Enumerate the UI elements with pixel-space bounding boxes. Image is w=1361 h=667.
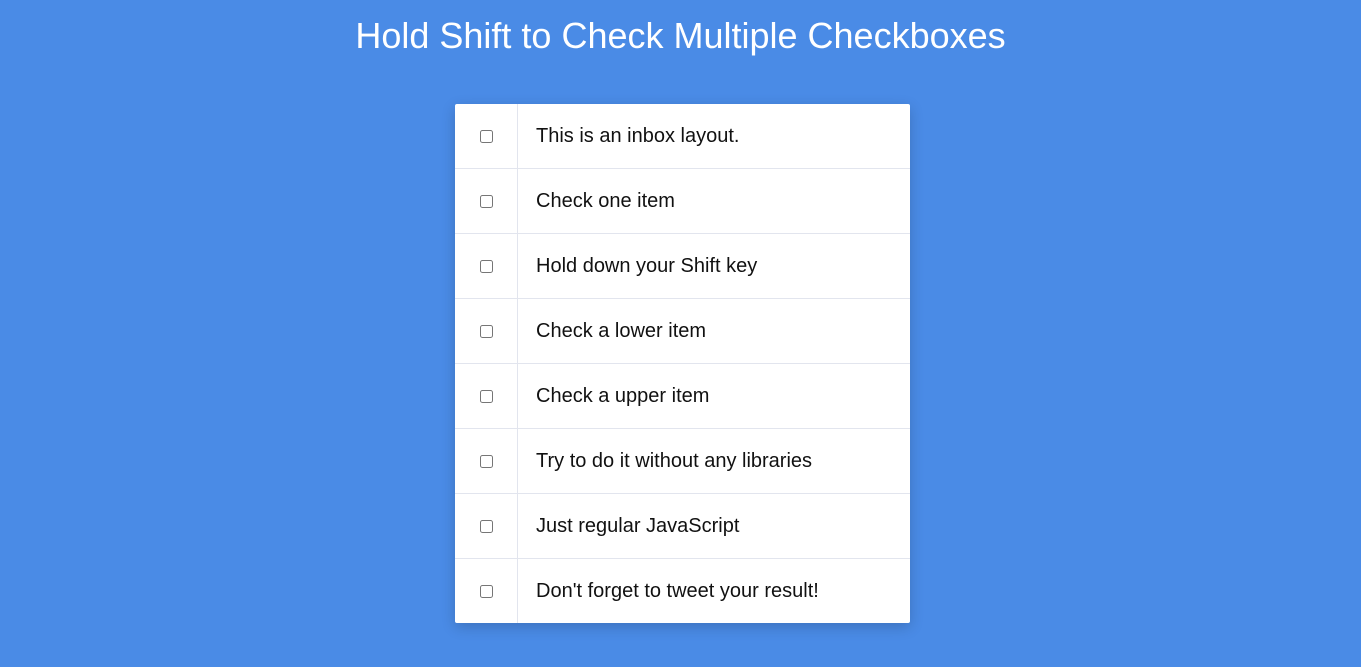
inbox-item[interactable]: Don't forget to tweet your result! — [455, 559, 910, 623]
item-label: Just regular JavaScript — [536, 514, 740, 537]
inbox-item[interactable]: Check a upper item — [455, 364, 910, 429]
item-checkbox[interactable] — [479, 194, 493, 208]
item-checkbox[interactable] — [479, 389, 493, 403]
inbox-item[interactable]: Check a lower item — [455, 299, 910, 364]
checkbox-cell — [455, 234, 518, 298]
checkbox-cell — [455, 299, 518, 363]
inbox-item[interactable]: Hold down your Shift key — [455, 234, 910, 299]
checkbox-cell — [455, 429, 518, 493]
item-checkbox[interactable] — [479, 259, 493, 273]
item-label: Don't forget to tweet your result! — [536, 579, 819, 602]
item-label: Hold down your Shift key — [536, 254, 758, 277]
inbox-item[interactable]: Try to do it without any libraries — [455, 429, 910, 494]
checkbox-cell — [455, 364, 518, 428]
item-label: Check one item — [536, 189, 675, 212]
item-checkbox[interactable] — [479, 454, 493, 468]
checkbox-cell — [455, 104, 518, 168]
checkbox-cell — [455, 169, 518, 233]
item-label: Try to do it without any libraries — [536, 449, 813, 472]
item-label: This is an inbox layout. — [536, 124, 740, 147]
page-title: Hold Shift to Check Multiple Checkboxes — [355, 15, 1006, 56]
item-checkbox[interactable] — [479, 324, 493, 338]
checkbox-cell — [455, 559, 518, 623]
item-checkbox[interactable] — [479, 584, 493, 598]
item-checkbox[interactable] — [479, 129, 493, 143]
checkbox-cell — [455, 494, 518, 558]
inbox-item[interactable]: Check one item — [455, 169, 910, 234]
item-label: Check a upper item — [536, 384, 710, 407]
item-checkbox[interactable] — [479, 519, 493, 533]
item-label: Check a lower item — [536, 319, 707, 342]
inbox: This is an inbox layout. Check one item … — [455, 104, 910, 623]
inbox-item[interactable]: This is an inbox layout. — [455, 104, 910, 169]
inbox-item[interactable]: Just regular JavaScript — [455, 494, 910, 559]
